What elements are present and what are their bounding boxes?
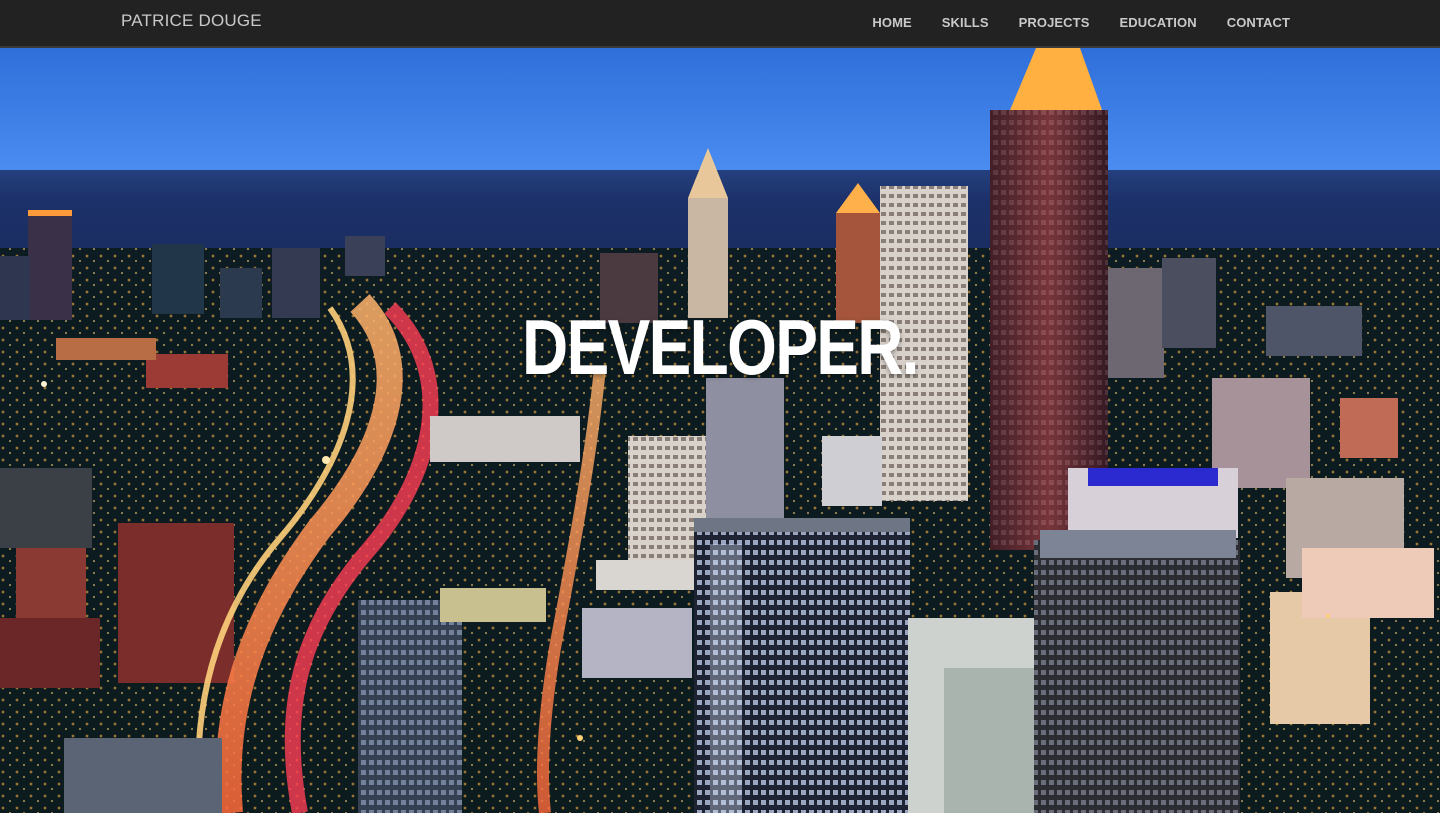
- top-navbar: PATRICE DOUGE HOME SKILLS PROJECTS EDUCA…: [0, 0, 1440, 48]
- nav-link-contact[interactable]: CONTACT: [1227, 15, 1290, 30]
- nav-link-projects[interactable]: PROJECTS: [1019, 15, 1090, 30]
- nav-link-skills[interactable]: SKILLS: [942, 15, 989, 30]
- nav-item-contact: CONTACT: [1227, 14, 1290, 32]
- hero-title-text: DEVELOPER: [522, 303, 903, 391]
- brand-logo-link[interactable]: PATRICE DOUGE: [121, 11, 262, 31]
- city-skyline-background: [0, 48, 1440, 813]
- hero-title: DEVELOPER.: [130, 302, 1311, 393]
- hero-section: DEVELOPER.: [0, 48, 1440, 813]
- nav-link-education[interactable]: EDUCATION: [1119, 15, 1196, 30]
- nav-item-home: HOME: [872, 14, 911, 32]
- nav-item-education: EDUCATION: [1119, 14, 1196, 32]
- nav-menu: HOME SKILLS PROJECTS EDUCATION CONTACT: [842, 0, 1290, 46]
- nav-item-projects: PROJECTS: [1019, 14, 1090, 32]
- hero-title-period: .: [901, 303, 920, 391]
- nav-link-home[interactable]: HOME: [872, 15, 911, 30]
- nav-item-skills: SKILLS: [942, 14, 989, 32]
